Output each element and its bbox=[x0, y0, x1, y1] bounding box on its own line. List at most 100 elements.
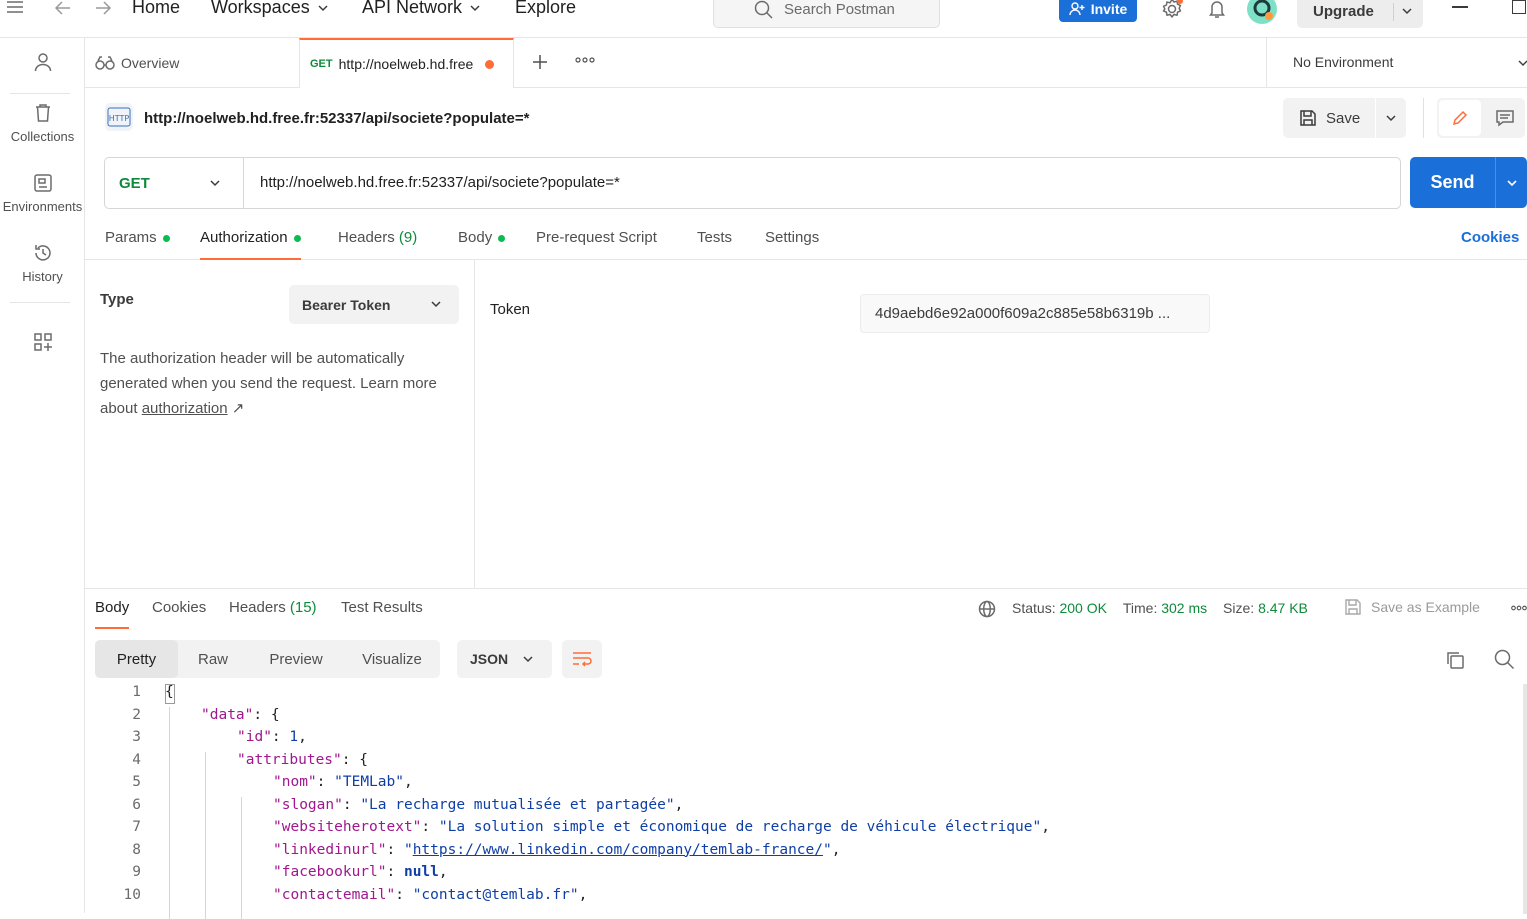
wrap-lines-icon[interactable] bbox=[562, 640, 602, 678]
view-mode-raw[interactable]: Raw bbox=[178, 640, 248, 678]
code-line: 5"nom": "TEMLab", bbox=[85, 774, 1485, 797]
code-token: " bbox=[404, 842, 413, 858]
line-number: 10 bbox=[85, 887, 141, 903]
more-options-icon[interactable] bbox=[1511, 604, 1527, 612]
menu-icon[interactable] bbox=[6, 0, 24, 16]
environment-selector[interactable]: No Environment bbox=[1266, 38, 1527, 88]
authorization-link[interactable]: authorization bbox=[142, 400, 228, 417]
response-tab-headers[interactable]: Headers (15) bbox=[229, 589, 317, 629]
back-arrow-icon[interactable] bbox=[54, 0, 72, 17]
format-select[interactable]: JSON bbox=[457, 640, 552, 678]
edit-pencil-icon[interactable] bbox=[1439, 100, 1481, 136]
request-title[interactable]: http://noelweb.hd.free.fr:52337/api/soci… bbox=[144, 110, 530, 127]
environment-icon bbox=[0, 173, 88, 193]
line-number: 6 bbox=[85, 797, 141, 813]
tab-headers-label: Headers bbox=[338, 229, 395, 246]
sidebar-item-configure[interactable] bbox=[0, 332, 85, 357]
settings-gear-icon[interactable] bbox=[1161, 0, 1183, 20]
response-tab-body[interactable]: Body bbox=[95, 589, 129, 629]
nav-explore[interactable]: Explore bbox=[515, 0, 576, 18]
tab-overview[interactable]: Overview bbox=[85, 38, 299, 88]
tab-overview-label: Overview bbox=[121, 55, 179, 71]
tab-tests[interactable]: Tests bbox=[697, 218, 732, 260]
token-input[interactable]: 4d9aebd6e92a000f609a2c885e58b6319b ... bbox=[860, 294, 1210, 333]
comment-icon[interactable] bbox=[1487, 100, 1523, 136]
save-as-example-button[interactable]: Save as Example bbox=[1343, 597, 1480, 617]
url-input[interactable]: http://noelweb.hd.free.fr:52337/api/soci… bbox=[260, 174, 620, 191]
search-icon[interactable] bbox=[1494, 649, 1515, 670]
avatar[interactable] bbox=[1247, 0, 1277, 24]
tab-headers[interactable]: Headers (9) bbox=[338, 218, 417, 260]
tab-active-request[interactable]: GET http://noelweb.hd.free bbox=[299, 38, 514, 88]
view-toggle-group bbox=[1437, 98, 1525, 138]
view-mode-pretty[interactable]: Pretty bbox=[95, 640, 178, 678]
forward-arrow-icon[interactable] bbox=[94, 0, 112, 17]
code-token: "nom" bbox=[273, 774, 317, 790]
auth-type-select[interactable]: Bearer Token bbox=[289, 285, 459, 324]
upgrade-label: Upgrade bbox=[1313, 3, 1374, 20]
send-dropdown[interactable] bbox=[1496, 157, 1527, 208]
tab-prerequest-script[interactable]: Pre-request Script bbox=[536, 218, 657, 260]
indent-guide bbox=[241, 797, 242, 919]
nav-api-network[interactable]: API Network bbox=[362, 0, 482, 18]
save-button[interactable]: Save bbox=[1283, 98, 1375, 138]
line-number: 7 bbox=[85, 819, 141, 835]
upgrade-button[interactable]: Upgrade bbox=[1297, 0, 1423, 28]
chevron-down-icon[interactable] bbox=[1400, 4, 1414, 18]
sidebar-item-environments[interactable]: Environments bbox=[0, 173, 88, 215]
response-code-editor[interactable]: 1{2"data": {3"id": 1,4"attributes": {5"n… bbox=[85, 684, 1515, 914]
line-number: 2 bbox=[85, 707, 141, 723]
code-content: "id": 1, bbox=[237, 729, 307, 745]
search-input[interactable]: Search Postman bbox=[713, 0, 940, 28]
request-subtabs: Params Authorization Headers (9) Body Pr… bbox=[85, 218, 1527, 260]
send-button[interactable]: Send bbox=[1410, 157, 1495, 208]
size-value[interactable]: 8.47 KB bbox=[1258, 600, 1308, 616]
bell-icon[interactable] bbox=[1207, 0, 1227, 19]
code-link[interactable]: https://www.linkedin.com/company/temlab-… bbox=[413, 842, 823, 858]
code-content: "facebookurl": null, bbox=[273, 864, 448, 880]
more-options-icon[interactable] bbox=[575, 55, 595, 71]
cookies-link[interactable]: Cookies bbox=[1461, 218, 1519, 260]
tab-authorization[interactable]: Authorization bbox=[200, 218, 301, 260]
code-token: , bbox=[832, 842, 841, 858]
sidebar-item-history[interactable]: History bbox=[0, 243, 85, 285]
response-tab-test-results[interactable]: Test Results bbox=[341, 589, 423, 629]
code-token: , bbox=[579, 887, 588, 903]
code-token: "id" bbox=[237, 729, 272, 745]
invite-button[interactable]: Invite bbox=[1059, 0, 1137, 22]
plus-icon[interactable] bbox=[530, 52, 550, 72]
token-label: Token bbox=[490, 301, 530, 318]
status-badge[interactable]: 200 OK bbox=[1059, 600, 1106, 616]
invite-label: Invite bbox=[1091, 1, 1128, 17]
chevron-down-icon bbox=[1505, 176, 1519, 190]
method-select[interactable]: GET bbox=[105, 158, 244, 208]
nav-workspaces[interactable]: Workspaces bbox=[211, 0, 330, 18]
sidebar: Collections Environments History bbox=[0, 38, 85, 913]
copy-icon[interactable] bbox=[1445, 650, 1465, 670]
view-mode-visualize[interactable]: Visualize bbox=[344, 640, 440, 678]
code-token: : { bbox=[253, 707, 279, 723]
code-line: 7"websiteherotext": "La solution simple … bbox=[85, 819, 1485, 842]
tab-body[interactable]: Body bbox=[458, 218, 505, 260]
tab-params[interactable]: Params bbox=[105, 218, 170, 260]
tab-settings[interactable]: Settings bbox=[765, 218, 819, 260]
line-number: 1 bbox=[85, 684, 141, 700]
nav-home[interactable]: Home bbox=[132, 0, 180, 18]
scrollbar[interactable] bbox=[1523, 684, 1527, 914]
globe-icon[interactable] bbox=[978, 600, 996, 618]
code-token: : bbox=[387, 864, 404, 880]
code-content: "contactemail": "contact@temlab.fr", bbox=[273, 887, 587, 903]
minimize-icon[interactable] bbox=[1452, 6, 1468, 8]
maximize-icon[interactable] bbox=[1512, 0, 1526, 14]
code-token: : bbox=[272, 729, 289, 745]
time-value[interactable]: 302 ms bbox=[1161, 600, 1207, 616]
floppy-disk-icon bbox=[1298, 108, 1318, 128]
sidebar-item-profile[interactable] bbox=[0, 52, 85, 77]
view-mode-preview[interactable]: Preview bbox=[248, 640, 344, 678]
response-tab-cookies[interactable]: Cookies bbox=[152, 589, 206, 629]
save-dropdown[interactable] bbox=[1376, 111, 1406, 125]
http-icon: HTTP bbox=[104, 102, 134, 132]
environment-label: No Environment bbox=[1293, 54, 1393, 70]
size-label: Size: bbox=[1223, 600, 1254, 616]
sidebar-item-collections[interactable]: Collections bbox=[0, 103, 85, 145]
